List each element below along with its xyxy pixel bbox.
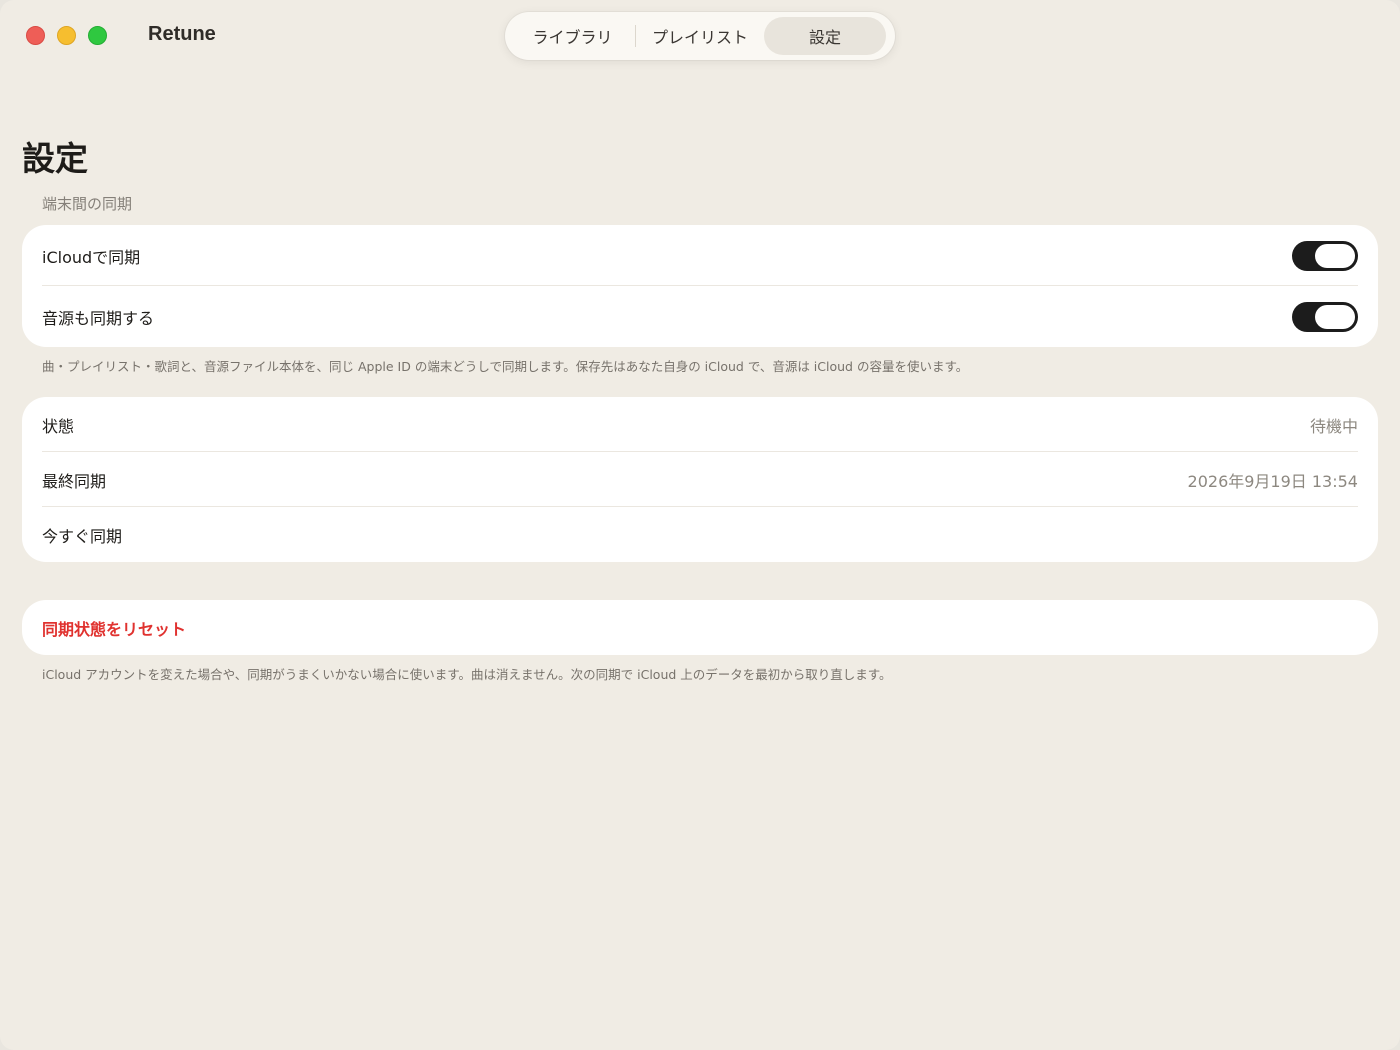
- reset-footnote: iCloud アカウントを変えた場合や、同期がうまくいかない場合に使います。曲は…: [42, 667, 892, 682]
- audio-sync-row: 音源も同期する: [22, 286, 1378, 347]
- status-label: 状態: [42, 416, 75, 436]
- reset-sync-label: 同期状態をリセット: [42, 619, 187, 639]
- status-value: 待機中: [1309, 416, 1358, 436]
- app-window: Retune ライブラリ プレイリスト 設定 設定 端末間の同期 iCloudで…: [0, 0, 1400, 1050]
- icloud-sync-row: iCloudで同期: [22, 225, 1378, 286]
- window-controls: [26, 26, 107, 45]
- sync-now-button[interactable]: 今すぐ同期: [22, 507, 1378, 562]
- last-sync-row: 最終同期 2026年9月19日 13:54: [22, 452, 1378, 507]
- page-title: 設定: [22, 139, 88, 178]
- minimize-window-button[interactable]: [57, 26, 76, 45]
- reset-card: 同期状態をリセット: [22, 600, 1378, 655]
- tab-library[interactable]: ライブラリ: [510, 17, 635, 55]
- tab-playlists[interactable]: プレイリスト: [636, 17, 764, 55]
- audio-sync-toggle[interactable]: [1292, 301, 1358, 332]
- last-sync-value: 2026年9月19日 13:54: [1187, 471, 1358, 491]
- sync-status-card: 状態 待機中 最終同期 2026年9月19日 13:54 今すぐ同期: [22, 397, 1378, 562]
- audio-sync-label: 音源も同期する: [42, 308, 155, 328]
- status-row: 状態 待機中: [22, 397, 1378, 452]
- close-window-button[interactable]: [26, 26, 45, 45]
- icloud-sync-toggle[interactable]: [1292, 240, 1358, 271]
- tab-settings[interactable]: 設定: [764, 17, 886, 55]
- toggle-knob: [1315, 304, 1355, 329]
- zoom-window-button[interactable]: [88, 26, 107, 45]
- toggle-knob: [1315, 243, 1355, 268]
- sync-footnote: 曲・プレイリスト・歌詞と、音源ファイル本体を、同じ Apple ID の端末どう…: [42, 359, 969, 374]
- icloud-sync-label: iCloudで同期: [42, 247, 141, 267]
- sync-now-label: 今すぐ同期: [42, 526, 123, 546]
- sync-settings-card: iCloudで同期 音源も同期する: [22, 225, 1378, 347]
- last-sync-label: 最終同期: [42, 471, 107, 491]
- sync-section-header: 端末間の同期: [42, 195, 133, 213]
- app-title: Retune: [148, 23, 216, 45]
- reset-sync-button[interactable]: 同期状態をリセット: [22, 600, 1378, 655]
- main-tab-control: ライブラリ プレイリスト 設定: [505, 12, 895, 60]
